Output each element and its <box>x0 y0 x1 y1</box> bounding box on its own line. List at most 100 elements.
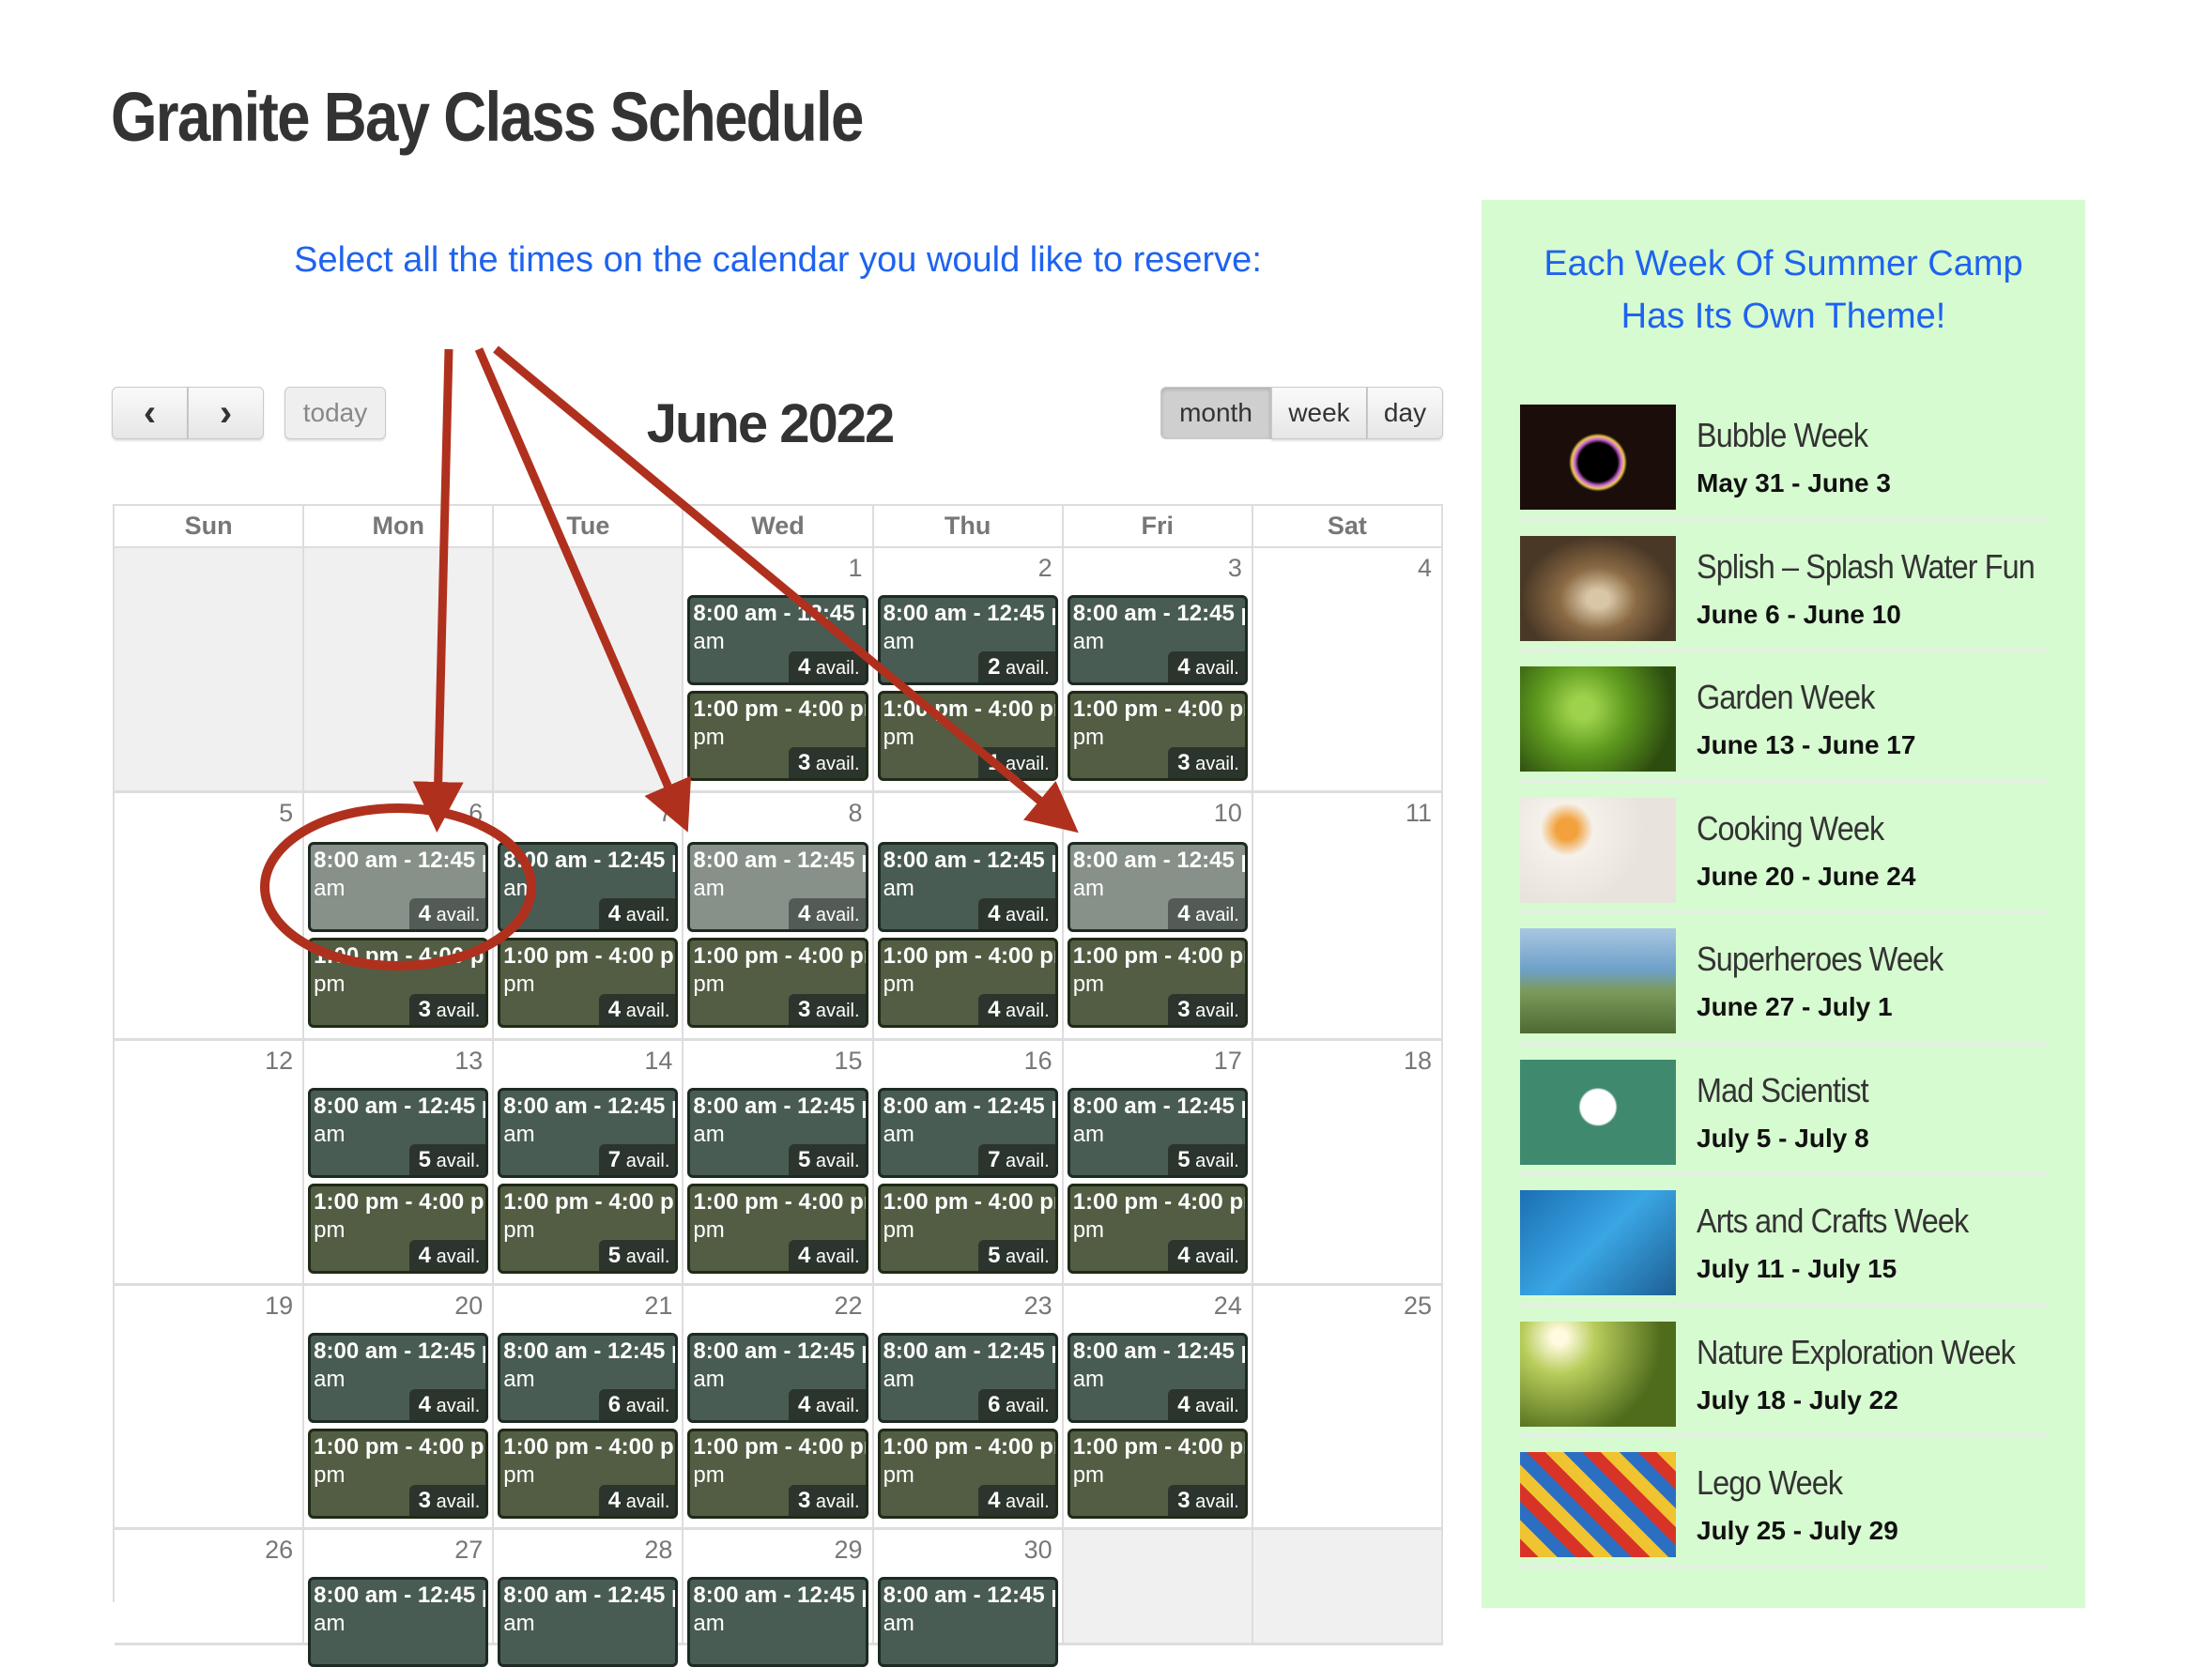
today-button[interactable]: today <box>284 387 386 439</box>
day-cell[interactable]: 28 8:00 am - 12:45 p am <box>494 1530 684 1667</box>
pm-session-event[interactable]: 1:00 pm - 4:00 pr pm 3 avail. <box>1067 691 1248 781</box>
pm-session-event[interactable]: 1:00 pm - 4:00 pr pm 4 avail. <box>308 1184 489 1274</box>
theme-item[interactable]: Bubble Week May 31 - June 3 <box>1520 395 2048 521</box>
day-cell[interactable]: 6 8:00 am - 12:45 p am 4 avail. 1:00 pm - 4:… <box>304 793 495 1038</box>
am-session-event[interactable]: 8:00 am - 12:45 p am 4 avail. <box>1067 595 1248 685</box>
pm-session-event[interactable]: 1:00 pm - 4:00 pr pm 3 avail. <box>1067 1429 1248 1519</box>
am-session-event[interactable]: 8:00 am - 12:45 p am 5 avail. <box>308 1088 489 1178</box>
am-session-event[interactable]: 8:00 am - 12:45 p am 4 avail. <box>498 842 679 932</box>
theme-name[interactable]: Garden Week <box>1697 678 1875 717</box>
am-session-event[interactable]: 8:00 am - 12:45 p am 7 avail. <box>877 1088 1058 1178</box>
pm-session-event[interactable]: 1:00 pm - 4:00 pr pm 4 avail. <box>877 1429 1058 1519</box>
selected-am-session-event[interactable]: 8:00 am - 12:45 p am 4 avail. <box>687 842 868 932</box>
pm-session-event[interactable]: 1:00 pm - 4:00 pr pm 3 avail. <box>687 1429 868 1519</box>
day-cell[interactable]: 17 8:00 am - 12:45 p am 5 avail. 1:00 pm - 4… <box>1064 1041 1253 1283</box>
day-cell[interactable] <box>304 548 495 790</box>
am-session-event[interactable]: 8:00 am - 12:45 p am 5 avail. <box>687 1088 868 1178</box>
selected-am-session-event[interactable]: 8:00 am - 12:45 p am 4 avail. <box>1067 842 1248 932</box>
day-cell[interactable]: 25 <box>1253 1286 1443 1527</box>
day-cell[interactable]: 11 <box>1253 793 1443 1038</box>
am-session-event[interactable]: 8:00 am - 12:45 p am <box>687 1577 868 1667</box>
day-cell[interactable]: 30 8:00 am - 12:45 p am <box>874 1530 1064 1667</box>
am-session-event[interactable]: 8:00 am - 12:45 p am 4 avail. <box>687 595 868 685</box>
day-cell[interactable]: 21 8:00 am - 12:45 p am 6 avail. 1:00 pm - 4… <box>494 1286 684 1527</box>
pm-session-event[interactable]: 1:00 pm - 4:00 pr pm 5 avail. <box>877 1184 1058 1274</box>
pm-session-event[interactable]: 1:00 pm - 4:00 pr pm 3 avail. <box>1067 938 1248 1028</box>
day-cell[interactable]: 5 <box>115 793 305 1038</box>
day-cell[interactable]: 8 8:00 am - 12:45 p am 4 avail. 1:00 pm - 4:… <box>684 793 874 1038</box>
theme-name[interactable]: Mad Scientist <box>1697 1071 1869 1110</box>
day-cell[interactable]: 29 8:00 am - 12:45 p am <box>684 1530 874 1667</box>
day-cell[interactable]: 10 8:00 am - 12:45 p am 4 avail. 1:00 pm - 4… <box>1064 793 1253 1038</box>
am-session-event[interactable]: 8:00 am - 12:45 p am 4 avail. <box>308 1333 489 1423</box>
day-cell[interactable]: 27 8:00 am - 12:45 p am <box>304 1530 495 1667</box>
pm-session-event[interactable]: 1:00 pm - 4:00 pr pm 3 avail. <box>687 938 868 1028</box>
day-cell[interactable]: 1 8:00 am - 12:45 p am 4 avail. 1:00 pm - 4:… <box>684 548 874 790</box>
day-cell[interactable] <box>1252 1530 1443 1643</box>
pm-session-event[interactable]: 1:00 pm - 4:00 pr pm 3 avail. <box>308 1429 489 1519</box>
day-cell[interactable]: 12 <box>115 1041 305 1283</box>
day-cell[interactable]: 4 <box>1253 548 1443 790</box>
day-cell[interactable]: 23 8:00 am - 12:45 p am 6 avail. 1:00 pm - 4… <box>874 1286 1064 1527</box>
theme-item[interactable]: Superheroes Week June 27 - July 1 <box>1520 919 2048 1045</box>
am-session-event[interactable]: 8:00 am - 12:45 p am <box>498 1577 679 1667</box>
day-cell[interactable] <box>115 548 305 790</box>
day-cell[interactable]: 14 8:00 am - 12:45 p am 7 avail. 1:00 pm - 4… <box>494 1041 684 1283</box>
theme-item[interactable]: Arts and Crafts Week July 11 - July 15 <box>1520 1181 2048 1307</box>
pm-session-event[interactable]: 1:00 pm - 4:00 pr pm 3 avail. <box>308 938 489 1028</box>
day-cell[interactable]: 18 <box>1253 1041 1443 1283</box>
pm-session-event[interactable]: 1:00 pm - 4:00 pr pm 1 avail. <box>877 691 1058 781</box>
am-session-event[interactable]: 8:00 am - 12:45 p am 4 avail. <box>687 1333 868 1423</box>
day-cell[interactable]: 9 8:00 am - 12:45 p am 4 avail. 1:00 pm - 4:… <box>874 793 1064 1038</box>
am-session-event[interactable]: 8:00 am - 12:45 p am <box>308 1577 489 1667</box>
am-session-event[interactable]: 8:00 am - 12:45 p am 6 avail. <box>877 1333 1058 1423</box>
theme-item[interactable]: Cooking Week June 20 - June 24 <box>1520 788 2048 914</box>
am-session-event[interactable]: 8:00 am - 12:45 p am <box>877 1577 1058 1667</box>
theme-name[interactable]: Splish – Splash Water Fun <box>1697 547 2035 587</box>
selected-am-session-event[interactable]: 8:00 am - 12:45 p am 4 avail. <box>308 842 489 932</box>
am-session-event[interactable]: 8:00 am - 12:45 p am 4 avail. <box>1067 1333 1248 1423</box>
next-month-button[interactable]: › <box>188 387 264 439</box>
pm-session-event[interactable]: 1:00 pm - 4:00 pr pm 4 avail. <box>498 1429 679 1519</box>
theme-name[interactable]: Lego Week <box>1697 1463 1843 1503</box>
am-session-event[interactable]: 8:00 am - 12:45 p am 6 avail. <box>498 1333 679 1423</box>
day-cell[interactable]: 22 8:00 am - 12:45 p am 4 avail. 1:00 pm - 4… <box>684 1286 874 1527</box>
day-cell[interactable]: 16 8:00 am - 12:45 p am 7 avail. 1:00 pm - 4… <box>874 1041 1064 1283</box>
theme-name[interactable]: Nature Exploration Week <box>1697 1333 2016 1372</box>
am-session-event[interactable]: 8:00 am - 12:45 p am 2 avail. <box>877 595 1058 685</box>
day-cell[interactable] <box>1063 1530 1253 1643</box>
day-cell[interactable]: 15 8:00 am - 12:45 p am 5 avail. 1:00 pm - 4… <box>684 1041 874 1283</box>
prev-month-button[interactable]: ‹ <box>112 387 188 439</box>
theme-item[interactable]: Garden Week June 13 - June 17 <box>1520 657 2048 783</box>
am-session-event[interactable]: 8:00 am - 12:45 p am 7 avail. <box>498 1088 679 1178</box>
day-cell[interactable] <box>494 548 684 790</box>
view-day-button[interactable]: day <box>1367 387 1443 439</box>
day-cell[interactable]: 13 8:00 am - 12:45 p am 5 avail. 1:00 pm - 4… <box>304 1041 495 1283</box>
theme-item[interactable]: Lego Week July 25 - July 29 <box>1520 1443 2048 1568</box>
day-cell[interactable]: 3 8:00 am - 12:45 p am 4 avail. 1:00 pm - 4:… <box>1064 548 1253 790</box>
pm-session-event[interactable]: 1:00 pm - 4:00 pr pm 3 avail. <box>687 691 868 781</box>
view-week-button[interactable]: week <box>1271 387 1367 439</box>
theme-name[interactable]: Cooking Week <box>1697 809 1884 849</box>
day-cell[interactable]: 19 <box>115 1286 305 1527</box>
day-cell[interactable]: 7 8:00 am - 12:45 p am 4 avail. 1:00 pm - 4:… <box>494 793 684 1038</box>
pm-session-event[interactable]: 1:00 pm - 4:00 pr pm 4 avail. <box>1067 1184 1248 1274</box>
pm-session-event[interactable]: 1:00 pm - 4:00 pr pm 4 avail. <box>687 1184 868 1274</box>
availability-count: 3 <box>797 1488 811 1513</box>
theme-item[interactable]: Splish – Splash Water Fun June 6 - June 1… <box>1520 527 2048 652</box>
theme-item[interactable]: Mad Scientist July 5 - July 8 <box>1520 1050 2048 1176</box>
pm-session-event[interactable]: 1:00 pm - 4:00 pr pm 4 avail. <box>877 938 1058 1028</box>
day-cell[interactable]: 26 <box>115 1530 305 1643</box>
theme-name[interactable]: Bubble Week <box>1697 416 1868 455</box>
pm-session-event[interactable]: 1:00 pm - 4:00 pr pm 4 avail. <box>498 938 679 1028</box>
am-session-event[interactable]: 8:00 am - 12:45 p am 5 avail. <box>1067 1088 1248 1178</box>
theme-item[interactable]: Nature Exploration Week July 18 - July 22 <box>1520 1312 2048 1438</box>
view-month-button[interactable]: month <box>1160 387 1271 439</box>
day-cell[interactable]: 24 8:00 am - 12:45 p am 4 avail. 1:00 pm - 4… <box>1064 1286 1253 1527</box>
am-session-event[interactable]: 8:00 am - 12:45 p am 4 avail. <box>877 842 1058 932</box>
day-cell[interactable]: 2 8:00 am - 12:45 p am 2 avail. 1:00 pm - 4:… <box>874 548 1064 790</box>
pm-session-event[interactable]: 1:00 pm - 4:00 pr pm 5 avail. <box>498 1184 679 1274</box>
theme-name[interactable]: Arts and Crafts Week <box>1697 1201 1969 1241</box>
theme-name[interactable]: Superheroes Week <box>1697 940 1943 979</box>
day-cell[interactable]: 20 8:00 am - 12:45 p am 4 avail. 1:00 pm - 4… <box>304 1286 495 1527</box>
